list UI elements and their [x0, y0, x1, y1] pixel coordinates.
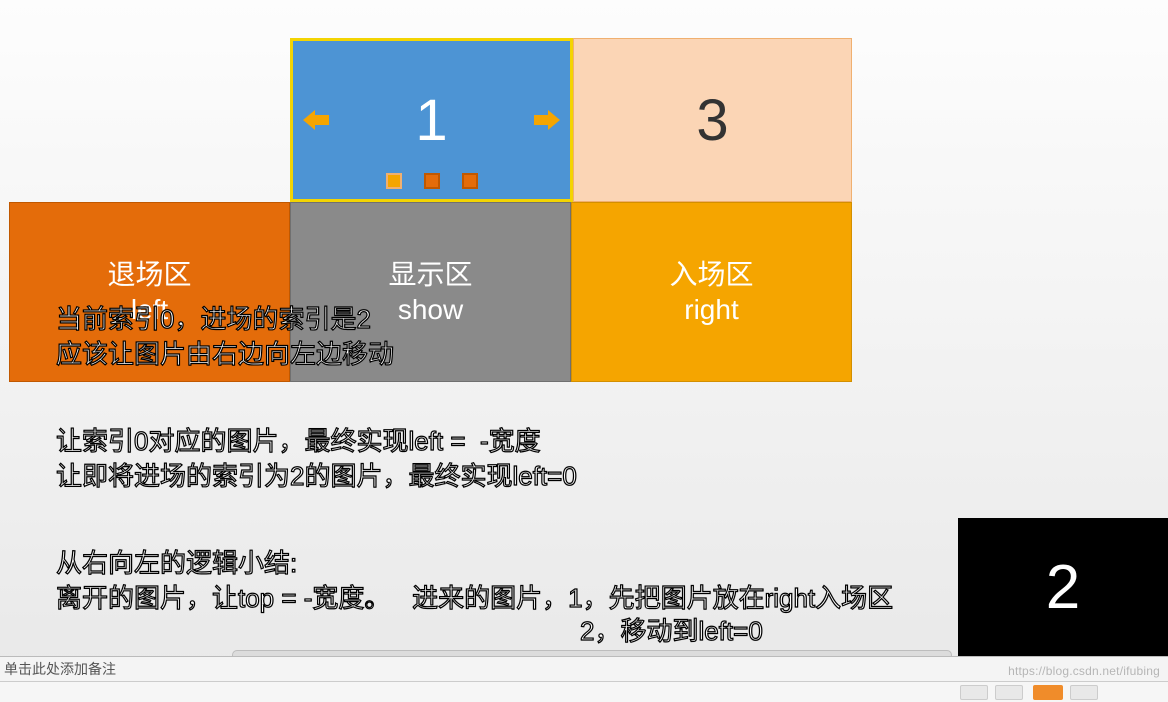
arrow-right-icon[interactable]: [534, 110, 560, 130]
status-chip-active[interactable]: [1033, 685, 1063, 700]
status-chip-1[interactable]: [960, 685, 988, 700]
zone-right: 入场区 right: [571, 202, 852, 382]
watermark-text: https://blog.csdn.net/ifubing: [1008, 664, 1160, 678]
dot-1[interactable]: [386, 173, 402, 189]
carousel-row: 1 3: [290, 38, 852, 202]
status-strip: [0, 681, 1168, 702]
offscreen-slot-number: 2: [1046, 552, 1080, 623]
overlay-block-1: 当前索引0，进场的索引是2 应该让图片由右边向左边移动: [56, 302, 394, 372]
carousel-visible-slot: 1: [290, 38, 573, 202]
offscreen-panel: 2: [958, 518, 1168, 656]
zone-right-sub: right: [684, 292, 738, 327]
zone-show-sub: show: [398, 292, 463, 327]
dot-3[interactable]: [462, 173, 478, 189]
overlay-block-3: 从右向左的逻辑小结: 离开的图片，让top = -宽度。 进来的图片，1，先把图…: [56, 546, 893, 616]
arrow-left-icon[interactable]: [303, 110, 329, 130]
carousel-dots: [293, 173, 570, 189]
overlay-block-3-cont: 2，移动到left=0: [580, 614, 763, 649]
status-chip-3[interactable]: [1070, 685, 1098, 700]
notes-bar[interactable]: 单击此处添加备注: [0, 656, 1168, 681]
overlay-block-2: 让索引0对应的图片，最终实现left = -宽度 让即将进场的索引为2的图片，最…: [56, 424, 577, 494]
zone-right-title: 入场区: [669, 257, 753, 292]
carousel-incoming-slot: 3: [573, 38, 852, 202]
status-chip-2[interactable]: [995, 685, 1023, 700]
incoming-slot-number: 3: [696, 87, 728, 154]
dot-2[interactable]: [424, 173, 440, 189]
zone-left-title: 退场区: [107, 257, 191, 292]
slide-canvas: 1 3 退场区 left 显示区 show 入场区 right 当前索引: [0, 0, 1168, 656]
visible-slot-number: 1: [415, 87, 447, 154]
zone-show-title: 显示区: [388, 257, 472, 292]
notes-placeholder: 单击此处添加备注: [4, 659, 116, 679]
